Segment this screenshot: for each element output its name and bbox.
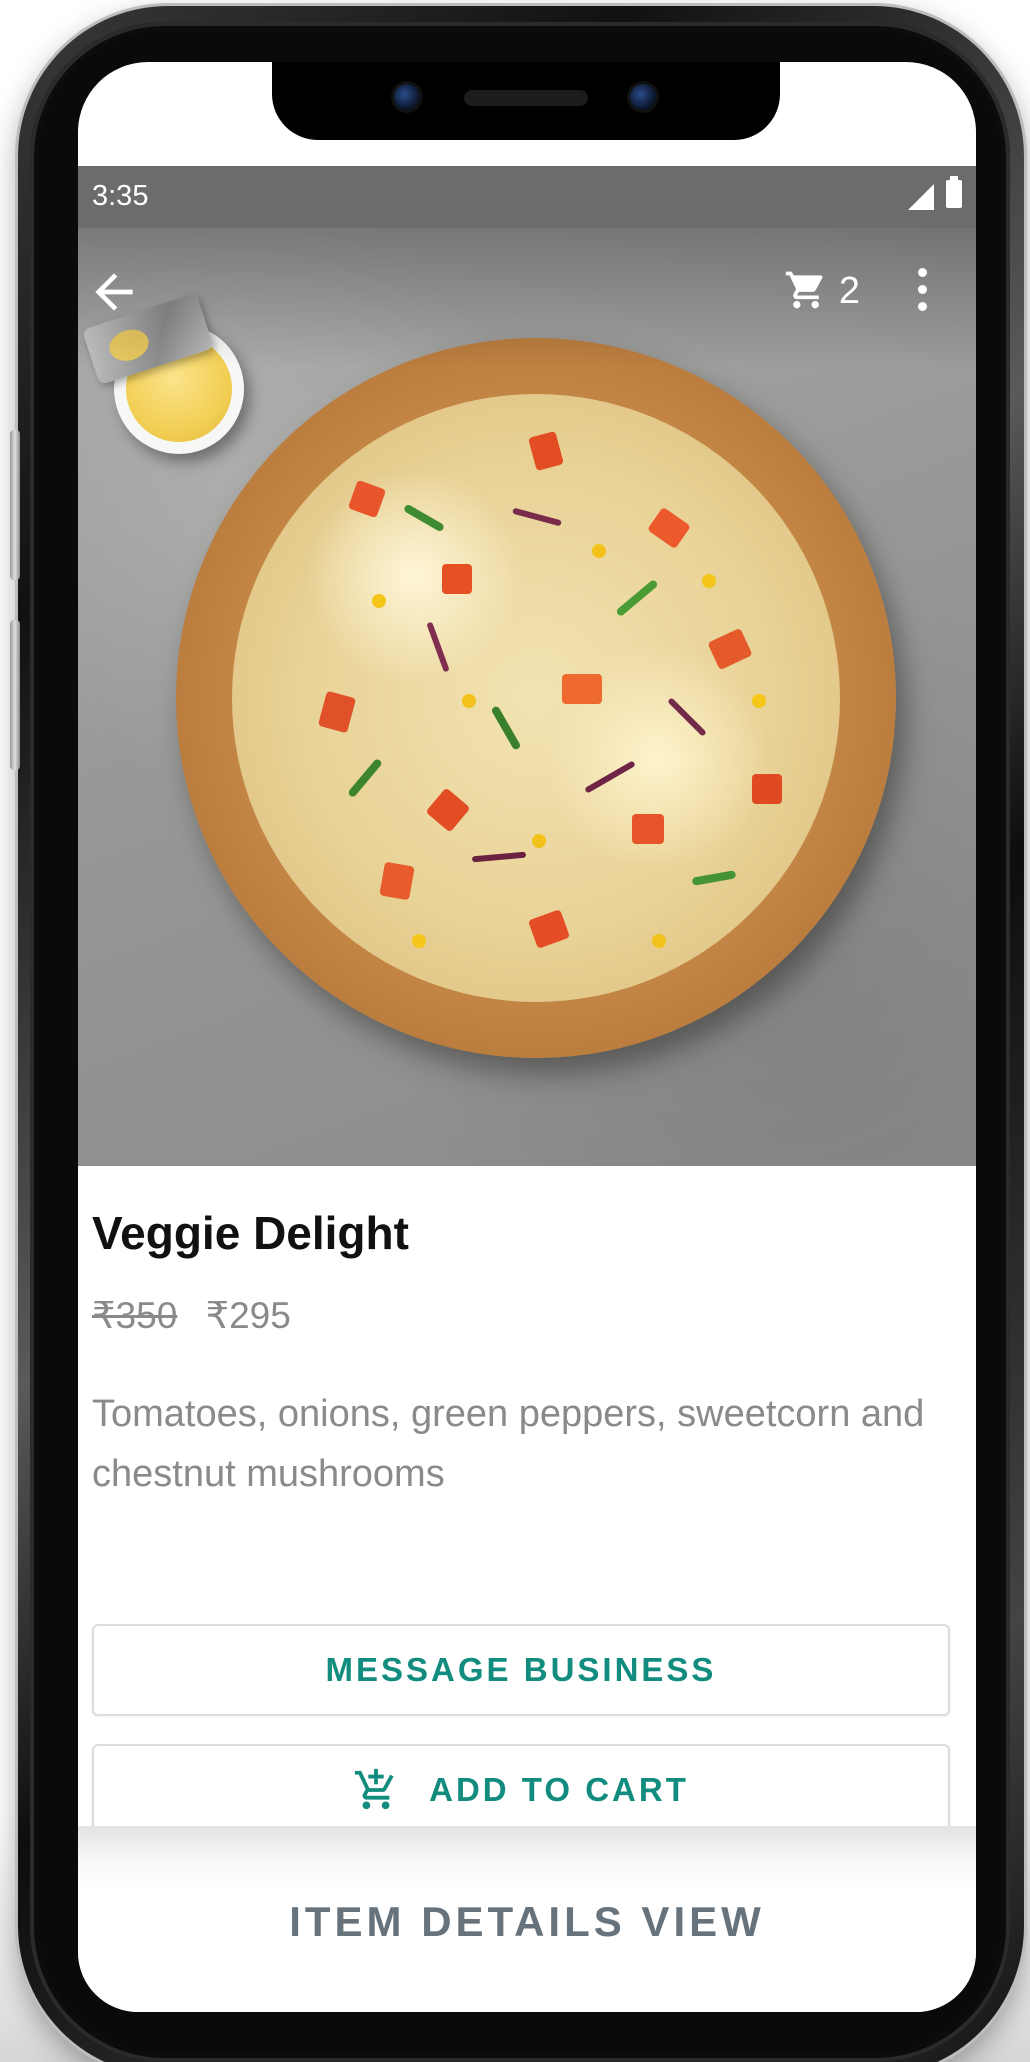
item-title: Veggie Delight: [92, 1207, 409, 1259]
cart-count-badge[interactable]: 2: [839, 270, 860, 313]
volume-down-button: [10, 620, 20, 770]
notch: [272, 62, 780, 140]
shopping-cart-icon[interactable]: [784, 268, 828, 312]
product-image: 2: [78, 228, 976, 1166]
message-business-button[interactable]: MESSAGE BUSINESS: [92, 1624, 950, 1716]
speaker-grille: [464, 90, 588, 106]
status-bar: 3:35: [78, 166, 976, 228]
add-to-cart-button[interactable]: ADD TO CART: [92, 1744, 950, 1836]
price-row: ₹350 ₹295: [92, 1294, 291, 1337]
pizza-image: [176, 338, 896, 1058]
message-business-label: MESSAGE BUSINESS: [325, 1651, 717, 1688]
add-to-cart-label: ADD TO CART: [429, 1771, 689, 1808]
item-description: Tomatoes, onions, green peppers, sweetco…: [92, 1393, 925, 1495]
signal-icon: [908, 184, 934, 210]
screen: 3:35 2 Veggie Delight ₹350 ₹295 Tomatoes…: [78, 62, 976, 2012]
volume-up-button: [10, 430, 20, 580]
status-time: 3:35: [92, 180, 149, 212]
original-price: ₹350: [92, 1295, 178, 1336]
battery-icon: [946, 176, 962, 208]
pizza-toppings: [232, 394, 840, 1002]
current-price: ₹295: [205, 1295, 291, 1336]
item-details: Veggie Delight ₹350 ₹295 Tomatoes, onion…: [78, 1166, 976, 1836]
view-caption: ITEM DETAILS VIEW: [289, 1898, 765, 1945]
arrow-back-icon[interactable]: [86, 264, 142, 320]
front-camera-icon: [630, 84, 656, 110]
stage: 3:35 2 Veggie Delight ₹350 ₹295 Tomatoes…: [0, 0, 1030, 2062]
sensor-icon: [394, 84, 420, 110]
caption-footer: ITEM DETAILS VIEW: [78, 1826, 976, 2012]
more-vert-icon[interactable]: [916, 268, 928, 316]
add-shopping-cart-icon: [355, 1768, 394, 1810]
